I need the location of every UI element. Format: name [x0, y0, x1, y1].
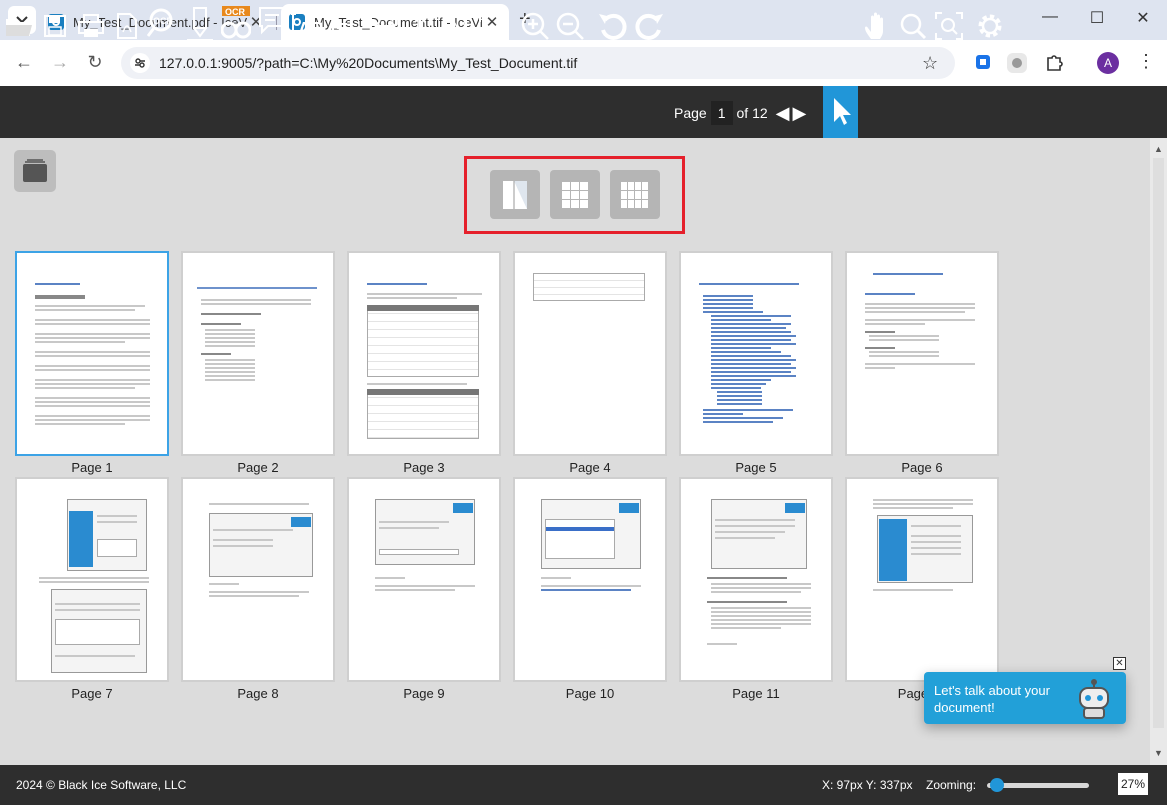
page-label: Page 1 [71, 460, 113, 475]
select-tool-button[interactable] [823, 86, 858, 138]
zoom-slider-handle[interactable] [990, 778, 1004, 792]
page-thumbnail[interactable] [15, 477, 169, 682]
scrollbar-thumb[interactable] [1153, 158, 1164, 728]
grid-3x3-icon [562, 181, 588, 208]
fullscreen-icon[interactable] [476, 0, 508, 52]
pdf-export-icon[interactable] [112, 0, 142, 52]
grid-4x4-icon [621, 181, 648, 208]
zoom-in-icon[interactable] [518, 0, 552, 52]
page-thumbnail[interactable] [513, 477, 667, 682]
fit-width-icon[interactable] [368, 0, 402, 52]
rotate-right-icon[interactable] [632, 0, 666, 52]
open-folder-icon[interactable] [2, 0, 36, 52]
scroll-up-icon[interactable]: ▲ [1154, 144, 1163, 154]
scroll-down-icon[interactable]: ▼ [1154, 748, 1163, 758]
chat-prompt-text: Let's talk about your document! [934, 683, 1050, 715]
page-thumbnail[interactable] [679, 477, 833, 682]
page-label: Page 3 [403, 460, 445, 475]
save-icon[interactable] [40, 0, 70, 52]
actual-size-icon[interactable]: A [442, 0, 470, 52]
page-thumbnail[interactable] [181, 251, 335, 456]
reload-icon[interactable]: ↻ [84, 52, 106, 73]
window-close-icon[interactable]: ✕ [1133, 8, 1153, 28]
page-label: Page [674, 105, 707, 121]
page-label: Page 6 [901, 460, 943, 475]
forward-icon[interactable]: → [49, 52, 71, 73]
document-text-icon[interactable] [328, 0, 356, 52]
robot-icon[interactable] [1072, 678, 1116, 720]
svg-text:A: A [450, 19, 460, 35]
page-label: Page 5 [735, 460, 777, 475]
cursor-coordinates: X: 97px Y: 337px [822, 778, 913, 792]
zoom-area-icon[interactable] [932, 0, 966, 52]
svg-text:AB: AB [298, 19, 324, 39]
grid-4x4-layout-button[interactable] [610, 170, 660, 219]
page-label: Page 11 [732, 686, 780, 701]
page-label: Page 4 [569, 460, 611, 475]
rotate-left-icon[interactable] [596, 0, 630, 52]
chat-close-icon[interactable]: ✕ [1113, 657, 1126, 670]
page-label: Page 10 [565, 686, 615, 701]
settings-gear-icon[interactable] [972, 0, 1008, 52]
zoom-value-field[interactable]: 27% [1118, 773, 1148, 795]
profile-avatar[interactable]: A [1097, 52, 1119, 74]
extensions-puzzle-icon[interactable] [1044, 52, 1064, 72]
sidebar-toggle-button[interactable] [14, 150, 56, 192]
pan-hand-icon[interactable] [860, 0, 894, 52]
svg-text:OCR: OCR [153, 16, 174, 26]
page-navigator: Page 1 of 12 ◀▶ [674, 100, 809, 126]
page-thumbnail[interactable] [181, 477, 335, 682]
svg-text:OCR: OCR [225, 7, 246, 17]
comment-icon[interactable] [256, 0, 288, 52]
maximize-icon[interactable]: ☐ [1087, 8, 1107, 28]
extension-icon[interactable] [1006, 52, 1027, 73]
single-page-layout-button[interactable] [490, 170, 540, 219]
viewer-toolbar [0, 86, 1167, 138]
zoom-slider[interactable] [987, 778, 1089, 792]
text-tool-icon[interactable]: AB [290, 0, 324, 52]
url-text: 127.0.0.1:9005/?path=C:\My%20Documents\M… [159, 55, 578, 71]
zoom-out-icon[interactable] [553, 0, 587, 52]
copyright-text: 2024 © Black Ice Software, LLC [16, 778, 187, 792]
previous-page-icon[interactable]: ◀ [776, 103, 793, 123]
page-label: Page 2 [237, 460, 279, 475]
print-icon[interactable] [74, 0, 108, 52]
site-info-icon[interactable] [130, 53, 150, 73]
zoom-label: Zooming: [926, 778, 977, 792]
single-page-icon [503, 180, 527, 209]
page-thumbnail[interactable] [845, 251, 999, 456]
next-page-icon[interactable]: ▶ [792, 103, 809, 123]
extension-translate-icon[interactable] [973, 52, 993, 72]
vertical-scrollbar[interactable]: ▲ ▼ [1150, 138, 1167, 765]
back-icon[interactable]: ← [13, 52, 35, 73]
annotate-pen-icon[interactable] [184, 0, 216, 52]
fit-height-icon[interactable] [405, 0, 435, 52]
page-thumbnail[interactable] [347, 477, 501, 682]
bookmark-star-icon[interactable]: ☆ [922, 53, 938, 74]
grid-3x3-layout-button[interactable] [550, 170, 600, 219]
minimize-icon[interactable]: — [1040, 8, 1060, 26]
ocr-binoculars-icon[interactable]: OCR [220, 0, 252, 52]
page-label: Page 7 [71, 686, 113, 701]
page-thumbnail[interactable] [347, 251, 501, 456]
browser-menu-icon[interactable]: ⋮ [1137, 51, 1155, 72]
page-label: Page 8 [237, 686, 279, 701]
magnifier-icon[interactable] [896, 0, 930, 52]
layers-icon [23, 159, 47, 182]
page-thumbnail[interactable] [513, 251, 667, 456]
page-number-input[interactable]: 1 [710, 101, 733, 125]
page-thumbnail[interactable] [845, 477, 999, 682]
page-total: of 12 [736, 105, 768, 121]
page-label: Page 9 [403, 686, 445, 701]
page-thumbnail[interactable] [15, 251, 169, 456]
ocr-search-button[interactable]: OCR [146, 0, 182, 52]
page-thumbnail[interactable] [679, 251, 833, 456]
